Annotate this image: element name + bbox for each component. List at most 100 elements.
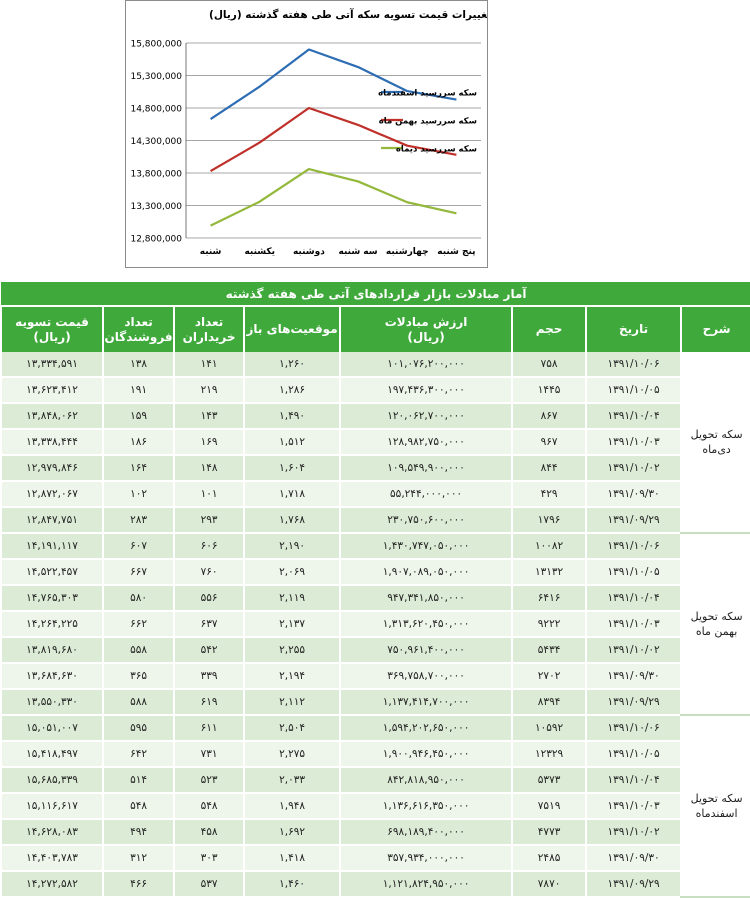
cell-sellers: ۵۵۸ — [102, 637, 175, 664]
cell-open: ۱,۹۴۸ — [243, 793, 341, 820]
cell-date: ۱۳۹۱/۱۰/۰۲ — [585, 455, 682, 482]
table-row: ۱۳۹۱/۰۹/۳۰ ۲۷۰۲ ۳۶۹,۷۵۸,۷۰۰,۰۰۰ ۲,۱۹۴ ۳۳۹ ۳۶۵… — [0, 663, 750, 690]
cell-sellers: ۴۹۴ — [102, 819, 175, 846]
cell-open: ۲,۰۳۳ — [243, 767, 341, 794]
cell-value: ۱,۱۳۷,۴۱۴,۷۰۰,۰۰۰ — [339, 689, 513, 716]
x-tick-label: یکشنبه — [244, 247, 275, 257]
cell-price: ۱۴,۲۶۴,۲۲۵ — [0, 611, 104, 638]
y-tick-label: 15,800,000 — [130, 40, 182, 50]
cell-sellers: ۱۳۸ — [102, 352, 175, 378]
cell-date: ۱۳۹۱/۰۹/۳۰ — [585, 481, 682, 508]
cell-date: ۱۳۹۱/۰۹/۲۹ — [585, 507, 682, 534]
cell-price: ۱۳,۳۳۴,۵۹۱ — [0, 352, 104, 378]
cell-value: ۷۵۰,۹۶۱,۴۰۰,۰۰۰ — [339, 637, 513, 664]
cell-volume: ۹۶۷ — [511, 429, 587, 456]
cell-buyers: ۱۶۹ — [173, 429, 245, 456]
cell-price: ۱۴,۱۹۱,۱۱۷ — [0, 533, 104, 560]
table-row: ۱۳۹۱/۱۰/۰۲ ۵۴۳۴ ۷۵۰,۹۶۱,۴۰۰,۰۰۰ ۲,۲۵۵ ۵۴۲ ۵۵۸… — [0, 637, 750, 664]
y-tick-label: 13,300,000 — [130, 202, 182, 212]
cell-value: ۵۵,۲۴۴,۰۰۰,۰۰۰ — [339, 481, 513, 508]
cell-price: ۱۳,۸۱۹,۶۸۰ — [0, 637, 104, 664]
cell-buyers: ۶۳۷ — [173, 611, 245, 638]
cell-open: ۲,۱۱۹ — [243, 585, 341, 612]
cell-volume: ۲۷۰۲ — [511, 663, 587, 690]
table-row: ۱۳۹۱/۰۹/۲۹ ۸۳۹۴ ۱,۱۳۷,۴۱۴,۷۰۰,۰۰۰ ۲,۱۱۲ ۶۱۹ ۵… — [0, 689, 750, 716]
cell-value: ۳۵۷,۹۳۴,۰۰۰,۰۰۰ — [339, 845, 513, 872]
cell-open: ۲,۲۵۵ — [243, 637, 341, 664]
cell-volume: ۱۴۴۵ — [511, 377, 587, 404]
cell-value: ۱,۵۹۴,۲۰۲,۶۵۰,۰۰۰ — [339, 715, 513, 742]
cell-sellers: ۶۶۷ — [102, 559, 175, 586]
cell-price: ۱۲,۸۴۷,۷۵۱ — [0, 507, 104, 534]
cell-value: ۱,۱۳۶,۶۱۶,۳۵۰,۰۰۰ — [339, 793, 513, 820]
cell-value: ۱,۹۰۰,۹۴۶,۴۵۰,۰۰۰ — [339, 741, 513, 768]
line-chart: تغییرات قیمت تسویه سکه آتی طی هفته گذشته… — [125, 0, 488, 268]
cell-price: ۱۳,۶۲۳,۴۱۲ — [0, 377, 104, 404]
cell-open: ۱,۷۶۸ — [243, 507, 341, 534]
header-open-positions: موقعیت‌های باز — [243, 306, 341, 352]
legend-label: سکه سررسید بهمن ماه — [379, 117, 477, 127]
cell-buyers: ۵۵۶ — [173, 585, 245, 612]
cell-date: ۱۳۹۱/۱۰/۰۶ — [585, 533, 682, 560]
cell-open: ۱,۶۰۴ — [243, 455, 341, 482]
cell-sellers: ۵۸۰ — [102, 585, 175, 612]
cell-date: ۱۳۹۱/۱۰/۰۲ — [585, 637, 682, 664]
y-tick-label: 14,300,000 — [130, 137, 182, 147]
cell-date: ۱۳۹۱/۱۰/۰۵ — [585, 377, 682, 404]
table-row: ۱۳۹۱/۱۰/۰۳ ۹۶۷ ۱۲۸,۹۸۲,۷۵۰,۰۰۰ ۱,۵۱۲ ۱۶۹ ۱۸۶ ۱… — [0, 429, 750, 456]
cell-volume: ۱۷۹۶ — [511, 507, 587, 534]
futures-stats-table: آمار مبادلات بازار قراردادهای آتی طی هفت… — [0, 282, 750, 898]
x-tick-label: سه شنبه — [339, 247, 378, 257]
series-lines — [209, 48, 457, 227]
table-row: ۱۳۹۱/۱۰/۰۵ ۱۳۱۳۲ ۱,۹۰۷,۰۸۹,۰۵۰,۰۰۰ ۲,۰۶۹ ۷۶۰… — [0, 559, 750, 586]
cell-open: ۱,۷۱۸ — [243, 481, 341, 508]
cell-open: ۱,۴۱۸ — [243, 845, 341, 872]
cell-buyers: ۶۰۶ — [173, 533, 245, 560]
x-tick-label: چهارشنبه — [386, 247, 429, 257]
table-row: سکه تحویل بهمن ماه ۱۳۹۱/۱۰/۰۶ ۱۰۰۸۲ ۱,۴۳۰,۷… — [0, 533, 750, 716]
table-row: ۱۳۹۱/۱۰/۰۵ ۱۴۴۵ ۱۹۷,۴۳۶,۳۰۰,۰۰۰ ۱,۲۸۶ ۲۱۹ ۱۹۱… — [0, 377, 750, 404]
cell-buyers: ۴۵۸ — [173, 819, 245, 846]
y-tick-label: 14,800,000 — [130, 105, 182, 115]
cell-date: ۱۳۹۱/۱۰/۰۲ — [585, 819, 682, 846]
cell-volume: ۷۵۸ — [511, 352, 587, 378]
chart-canvas: تغییرات قیمت تسویه سکه آتی طی هفته گذشته… — [130, 8, 487, 257]
header-price: قیمت تسویه (ریال) — [0, 306, 104, 352]
cell-open: ۱,۶۹۲ — [243, 819, 341, 846]
legend-label: سکه سررسید اسفندماه — [378, 89, 477, 99]
cell-sellers: ۱۹۱ — [102, 377, 175, 404]
table-row: ۱۳۹۱/۱۰/۰۵ ۱۲۳۲۹ ۱,۹۰۰,۹۴۶,۴۵۰,۰۰۰ ۲,۲۷۵ ۷۳۱… — [0, 741, 750, 768]
cell-volume: ۷۵۱۹ — [511, 793, 587, 820]
cell-date: ۱۳۹۱/۱۰/۰۴ — [585, 403, 682, 430]
cell-value: ۳۶۹,۷۵۸,۷۰۰,۰۰۰ — [339, 663, 513, 690]
cell-open: ۱,۲۶۰ — [243, 352, 341, 378]
table-body: سکه تحویل دی‌ماه ۱۳۹۱/۱۰/۰۶ ۷۵۸ ۱۰۱,۰۷۶,۲۰۰… — [0, 352, 750, 898]
cell-date: ۱۳۹۱/۱۰/۰۳ — [585, 793, 682, 820]
cell-volume: ۸۴۴ — [511, 455, 587, 482]
cell-price: ۱۲,۸۷۲,۰۶۷ — [0, 481, 104, 508]
cell-volume: ۲۴۸۵ — [511, 845, 587, 872]
cell-sellers: ۱۸۶ — [102, 429, 175, 456]
cell-buyers: ۲۱۹ — [173, 377, 245, 404]
y-tick-label: 12,800,000 — [130, 235, 182, 245]
cell-price: ۱۵,۴۱۸,۴۹۷ — [0, 741, 104, 768]
table-row: ۱۳۹۱/۱۰/۰۴ ۸۶۷ ۱۲۰,۰۶۲,۷۰۰,۰۰۰ ۱,۴۹۰ ۱۴۳ ۱۵۹ ۱… — [0, 403, 750, 430]
cell-sellers: ۶۶۲ — [102, 611, 175, 638]
cell-value: ۱,۹۰۷,۰۸۹,۰۵۰,۰۰۰ — [339, 559, 513, 586]
x-tick-label: پنج شنبه — [437, 247, 475, 257]
cell-value: ۱۰۱,۰۷۶,۲۰۰,۰۰۰ — [339, 352, 513, 378]
cell-date: ۱۳۹۱/۱۰/۰۶ — [585, 352, 682, 378]
table-row: سکه تحویل دی‌ماه ۱۳۹۱/۱۰/۰۶ ۷۵۸ ۱۰۱,۰۷۶,۲۰۰… — [0, 352, 750, 534]
cell-open: ۱,۵۱۲ — [243, 429, 341, 456]
cell-price: ۱۳,۸۴۸,۰۶۲ — [0, 403, 104, 430]
cell-buyers: ۶۱۹ — [173, 689, 245, 716]
cell-value: ۱۰۹,۵۴۹,۹۰۰,۰۰۰ — [339, 455, 513, 482]
cell-sellers: ۵۴۸ — [102, 793, 175, 820]
cell-volume: ۸۶۷ — [511, 403, 587, 430]
cell-open: ۲,۱۱۲ — [243, 689, 341, 716]
cell-buyers: ۶۱۱ — [173, 715, 245, 742]
table-row: سکه تحویل اسفندماه ۱۳۹۱/۱۰/۰۶ ۱۰۵۹۲ ۱,۵۹۴,۲… — [0, 715, 750, 898]
cell-open: ۲,۱۳۷ — [243, 611, 341, 638]
x-axis-ticks: شنبه یکشنبه دوشنبه سه شنبه چهارشنبه پنج شنبه — [200, 247, 476, 257]
legend-label: سکه سررسید دیماه — [396, 145, 477, 155]
